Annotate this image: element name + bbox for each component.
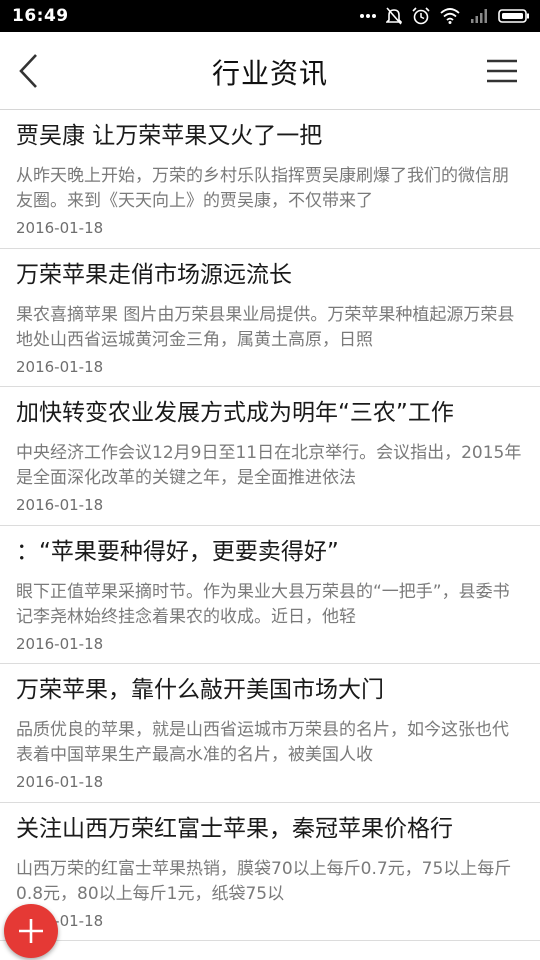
news-title: 万荣苹果走俏市场源远流长 [16, 261, 292, 288]
news-summary: 果农喜摘苹果 图片由万荣县果业局提供。万荣苹果种植起源万荣县地处山西省运城黄河金… [16, 304, 515, 350]
news-item[interactable]: 关注山西万荣红富士苹果，秦冠苹果价格行 山西万荣的红富士苹果热销，膜袋70以上每… [0, 803, 540, 941]
wifi-icon [440, 8, 460, 24]
add-button[interactable] [4, 904, 58, 958]
news-date: 2016-01-18 [16, 496, 104, 514]
menu-button[interactable] [486, 58, 518, 84]
news-item[interactable]: 加快转变农业发展方式成为明年“三农”工作 中央经济工作会议12月9日至11日在北… [0, 387, 540, 526]
status-bar: 16:49 [0, 0, 540, 32]
news-title: 贾吴康 让万荣苹果又火了一把 [16, 123, 323, 149]
news-title: 加快转变农业发展方式成为明年“三农”工作 [16, 400, 454, 426]
signal-icon [470, 8, 488, 24]
news-title: 万荣苹果，靠什么敲开美国市场大门 [16, 677, 384, 703]
news-title: ：“苹果要种得好，更要卖得好” [16, 538, 339, 565]
news-date: 2016-01-18 [16, 357, 104, 376]
news-list[interactable]: 贾吴康 让万荣苹果又火了一把 从昨天晚上开始，万荣的乡村乐队指挥贾吴康刷爆了我们… [0, 110, 540, 960]
news-summary: 品质优良的苹果，就是山西省运城市万荣县的名片，如今这张也代表着中国苹果生产最高水… [16, 720, 509, 765]
news-date: 2016-01-18 [16, 634, 104, 653]
alarm-icon [412, 7, 430, 25]
news-summary: 山西万荣的红富士苹果热销，膜袋70以上每斤0.7元，75以上每斤0.8元，80以… [16, 858, 512, 904]
news-title: 关注山西万荣红富士苹果，秦冠苹果价格行 [16, 815, 453, 842]
news-date: 2016-01-18 [16, 219, 104, 237]
status-icons [360, 7, 530, 25]
news-date: 2016-01-18 [16, 911, 104, 930]
page-title: 行业资讯 [211, 57, 328, 90]
news-item[interactable]: 万荣苹果，靠什么敲开美国市场大门 品质优良的苹果，就是山西省运城市万荣县的名片，… [0, 664, 540, 803]
news-item[interactable]: 贾吴康 让万荣苹果又火了一把 从昨天晚上开始，万荣的乡村乐队指挥贾吴康刷爆了我们… [0, 110, 540, 249]
news-summary: 眼下正值苹果采摘时节。作为果业大县万荣县的“一把手”，县委书记李尧林始终挂念着果… [16, 581, 510, 627]
status-time: 16:49 [12, 6, 69, 26]
app-header: 行业资讯 [0, 32, 540, 110]
mute-icon [386, 7, 402, 25]
news-summary: 从昨天晚上开始，万荣的乡村乐队指挥贾吴康刷爆了我们的微信朋友圈。来到《天天向上》… [16, 166, 509, 211]
battery-icon [498, 8, 530, 24]
news-item[interactable]: ：“苹果要种得好，更要卖得好” 眼下正值苹果采摘时节。作为果业大县万荣县的“一把… [0, 526, 540, 664]
hamburger-menu-icon [487, 59, 517, 83]
news-item[interactable]: 万荣苹果走俏市场源远流长 果农喜摘苹果 图片由万荣县果业局提供。万荣苹果种植起源… [0, 249, 540, 387]
plus-icon [19, 919, 43, 943]
news-summary: 中央经济工作会议12月9日至11日在北京举行。会议指出，2015年是全面深化改革… [16, 443, 522, 488]
news-date: 2016-01-18 [16, 773, 104, 791]
more-dots-icon [360, 13, 376, 19]
